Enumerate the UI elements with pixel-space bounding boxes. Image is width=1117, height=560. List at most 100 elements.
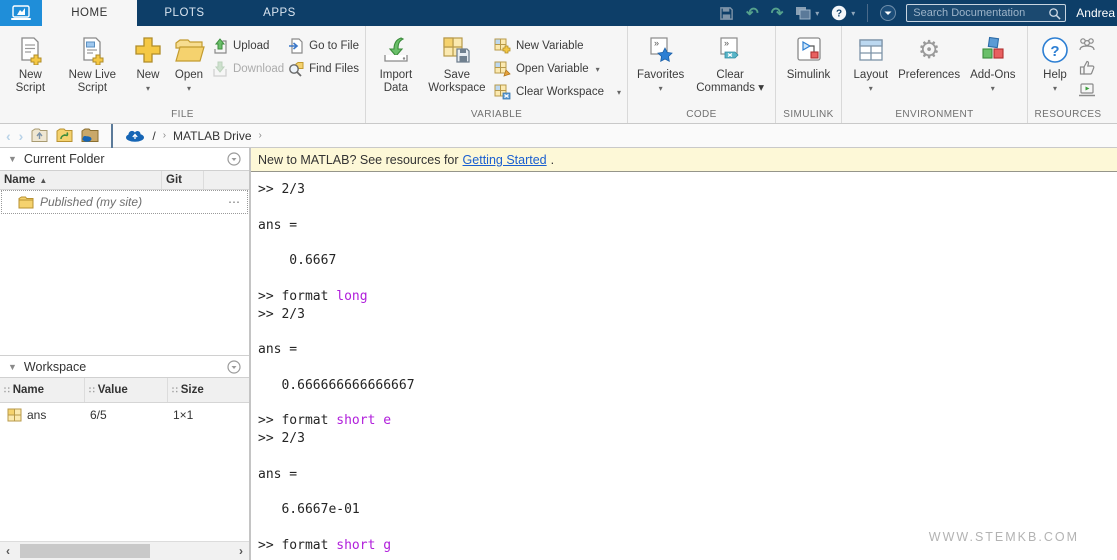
tab-apps[interactable]: APPS: [232, 0, 327, 26]
column-header-name[interactable]: Name ▲: [0, 171, 162, 189]
import-data-icon: [381, 33, 411, 67]
breadcrumb-root[interactable]: /: [152, 129, 155, 143]
simulink-button[interactable]: Simulink: [782, 30, 835, 82]
matlab-logo[interactable]: [0, 0, 42, 26]
save-icon[interactable]: [719, 6, 734, 21]
section-label-file: FILE: [171, 109, 194, 120]
folder-icon: [18, 196, 34, 208]
window-layout-icon[interactable]: [795, 6, 811, 20]
help-button[interactable]: ? Help ▾: [1036, 30, 1074, 93]
search-input[interactable]: [913, 7, 1049, 19]
column-header-ws-size[interactable]: ∷ Size: [168, 378, 249, 402]
import-data-button[interactable]: Import Data: [370, 30, 422, 95]
column-header-ws-value[interactable]: ∷ Value: [85, 378, 168, 402]
nav-forward-icon[interactable]: ›: [19, 129, 24, 143]
open-variable-button[interactable]: Open Variable ▾: [494, 59, 621, 79]
tab-plots[interactable]: PLOTS: [137, 0, 232, 26]
current-folder-menu-icon[interactable]: [227, 152, 241, 166]
layout-button[interactable]: Layout ▾: [849, 30, 894, 93]
terminal-line: >> 2/3: [258, 306, 305, 322]
breadcrumb-chevron-icon: ›: [258, 130, 262, 141]
workspace-row-ans[interactable]: ans 6/5 1×1: [0, 403, 249, 427]
search-icon[interactable]: [1048, 7, 1061, 20]
scroll-left-icon[interactable]: ‹: [0, 544, 16, 558]
getting-started-link[interactable]: Getting Started: [463, 153, 547, 167]
user-name[interactable]: Andrea: [1076, 6, 1117, 20]
sort-ascending-icon: ▲: [39, 175, 48, 185]
command-output[interactable]: >> 2/3 ans = 0.6667 >> format long >> 2/3…: [251, 172, 1117, 560]
new-live-script-icon: [77, 33, 107, 67]
clear-workspace-button[interactable]: Clear Workspace ▾: [494, 82, 621, 102]
variable-value: 6/5: [90, 408, 107, 422]
toolstrip-tabs: HOME PLOTS APPS: [42, 0, 327, 26]
nav-back-icon[interactable]: ‹: [6, 129, 11, 143]
favorites-button[interactable]: » Favorites ▾: [632, 30, 689, 93]
window-layout-caret-icon[interactable]: ▾: [815, 9, 819, 18]
column-header-git[interactable]: Git: [162, 171, 204, 189]
drag-grip-icon: ∷: [4, 384, 10, 395]
clear-commands-button[interactable]: » Clear Commands ▾: [689, 30, 771, 95]
new-script-icon: [15, 33, 45, 67]
sidebar-horizontal-scrollbar: ‹ ›: [0, 541, 249, 560]
open-variable-icon: [494, 61, 511, 77]
save-workspace-button[interactable]: Save Workspace: [422, 30, 492, 95]
new-caret-icon: ▾: [145, 84, 150, 93]
breadcrumb: / › MATLAB Drive ›: [125, 129, 262, 143]
new-live-script-button[interactable]: New Live Script: [57, 30, 128, 95]
save-workspace-icon: [441, 33, 473, 67]
variable-icon: [7, 408, 22, 422]
folder-cloud-icon[interactable]: [81, 128, 99, 143]
home-ribbon: New Script New Live Script New ▾ Open ▾ …: [0, 26, 1117, 124]
community-icon[interactable]: [1076, 34, 1098, 54]
courses-icon[interactable]: [1076, 80, 1098, 100]
section-label-environment: ENVIRONMENT: [895, 109, 974, 120]
preferences-button[interactable]: ⚙ Preferences: [893, 30, 965, 82]
help-circle-icon[interactable]: ?: [831, 5, 847, 21]
column-header-blank: [204, 171, 249, 189]
pathbar-separator: [111, 123, 114, 148]
terminal-line: 6.6667e-01: [258, 502, 360, 518]
scroll-right-icon[interactable]: ›: [233, 544, 249, 558]
breadcrumb-matlab-drive[interactable]: MATLAB Drive: [173, 129, 251, 143]
terminal-line: >> format short e: [258, 413, 392, 429]
current-folder-title: Current Folder: [23, 152, 105, 166]
addons-button[interactable]: Add-Ons ▾: [965, 30, 1020, 93]
terminal-line: 0.666666666666667: [258, 377, 415, 393]
row-more-icon[interactable]: ⋯: [228, 195, 241, 209]
redo-icon[interactable]: ↷: [771, 6, 784, 21]
undo-icon[interactable]: ↶: [746, 6, 759, 21]
open-button[interactable]: Open ▾: [168, 30, 210, 93]
matlab-drive-cloud-icon[interactable]: [125, 129, 145, 142]
folder-row-published[interactable]: Published (my site) ⋯: [1, 190, 248, 214]
new-plus-icon: [133, 33, 163, 67]
section-label-code: CODE: [686, 109, 717, 120]
current-folder-collapse-icon[interactable]: ▼: [8, 154, 17, 164]
scrollbar-track[interactable]: [16, 542, 233, 560]
notification-text: New to MATLAB? See resources for: [258, 152, 459, 167]
clear-workspace-icon: [494, 84, 511, 100]
terminal-line: >> 2/3: [258, 431, 305, 447]
tab-home[interactable]: HOME: [42, 0, 137, 26]
upload-button[interactable]: Upload: [212, 36, 284, 56]
folder-sync-icon[interactable]: [56, 128, 73, 143]
help-button-caret-icon: ▾: [1052, 84, 1057, 93]
variable-name: ans: [27, 408, 47, 422]
go-to-file-button[interactable]: Go to File: [288, 36, 359, 56]
simulink-icon: [794, 33, 824, 67]
scrollbar-thumb[interactable]: [20, 544, 150, 558]
account-chevron-icon[interactable]: [880, 5, 897, 21]
new-button[interactable]: New ▾: [128, 30, 168, 93]
help-caret-icon[interactable]: ▾: [851, 9, 855, 18]
column-header-ws-name[interactable]: ∷ Name: [0, 378, 85, 402]
variable-size: 1×1: [173, 408, 194, 422]
folder-up-icon[interactable]: [31, 128, 48, 143]
like-icon[interactable]: [1076, 57, 1098, 77]
new-variable-button[interactable]: New Variable: [494, 36, 621, 56]
current-folder-panel: ▼ Current Folder Name ▲ Git Published (m…: [0, 148, 249, 355]
favorites-icon: »: [646, 33, 676, 67]
find-files-button[interactable]: Find Files: [288, 59, 359, 79]
workspace-collapse-icon[interactable]: ▼: [8, 362, 17, 372]
download-button[interactable]: Download: [212, 59, 284, 79]
new-script-button[interactable]: New Script: [4, 30, 57, 95]
workspace-menu-icon[interactable]: [227, 359, 241, 374]
